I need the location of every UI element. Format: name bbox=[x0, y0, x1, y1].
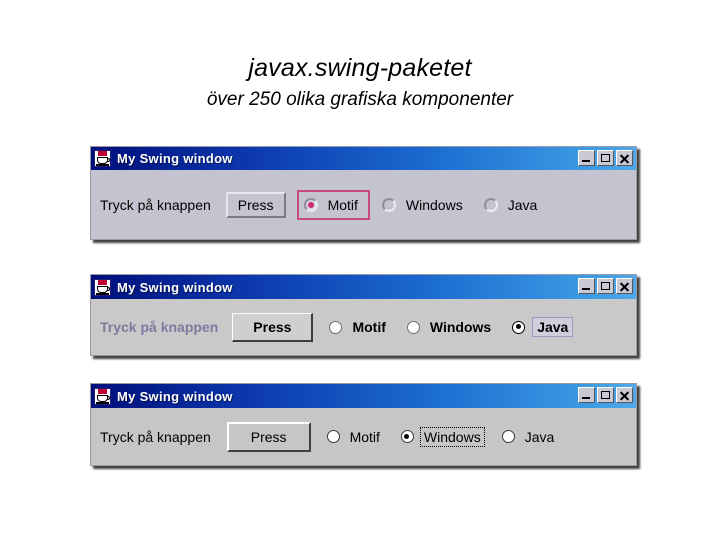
close-icon[interactable] bbox=[616, 278, 633, 294]
radio-option-windows[interactable]: Windows bbox=[381, 196, 466, 214]
titlebar[interactable]: My Swing window bbox=[91, 275, 636, 299]
content-panel: Tryck på knappen Press Motif Windows Jav… bbox=[91, 408, 636, 465]
minimize-icon[interactable] bbox=[578, 150, 595, 166]
swing-window-motif: My Swing window Tryck på knappen Press M… bbox=[90, 146, 637, 240]
radio-label: Windows bbox=[405, 196, 463, 213]
radio-indicator-icon bbox=[329, 320, 343, 334]
press-button[interactable]: Press bbox=[225, 191, 286, 218]
radio-option-motif[interactable]: Motif bbox=[329, 318, 388, 336]
radio-indicator-icon bbox=[501, 430, 515, 443]
radio-option-java[interactable]: Java bbox=[501, 428, 558, 446]
radio-option-java[interactable]: Java bbox=[512, 317, 574, 337]
titlebar[interactable]: My Swing window bbox=[91, 147, 636, 170]
radio-indicator-icon bbox=[381, 197, 396, 212]
press-button[interactable]: Press bbox=[232, 312, 314, 342]
press-button[interactable]: Press bbox=[226, 421, 311, 452]
look-and-feel-radio-group: Motif Windows Java bbox=[326, 426, 627, 447]
radio-label: Windows bbox=[419, 426, 485, 447]
close-icon[interactable] bbox=[616, 387, 633, 403]
swing-window-windows: My Swing window Tryck på knappen Press M… bbox=[90, 383, 637, 466]
window-title: My Swing window bbox=[117, 151, 233, 166]
radio-label: Java bbox=[524, 428, 555, 445]
content-panel: Tryck på knappen Press Motif Windows Jav… bbox=[91, 170, 636, 239]
radio-option-java[interactable]: Java bbox=[483, 196, 541, 214]
radio-label: Motif bbox=[349, 428, 380, 445]
titlebar[interactable]: My Swing window bbox=[91, 384, 636, 408]
radio-indicator-icon bbox=[303, 197, 318, 212]
radio-option-windows[interactable]: Windows bbox=[400, 426, 485, 447]
radio-label: Motif bbox=[352, 319, 386, 335]
window-title: My Swing window bbox=[117, 388, 233, 404]
radio-option-motif[interactable]: Motif bbox=[296, 189, 370, 220]
maximize-icon[interactable] bbox=[597, 278, 614, 294]
radio-indicator-icon bbox=[406, 320, 420, 334]
instruction-label: Tryck på knappen bbox=[100, 196, 211, 213]
page-subtitle: över 250 olika grafiska komponenter bbox=[206, 89, 514, 110]
radio-label: Java bbox=[507, 196, 538, 213]
radio-indicator-icon bbox=[483, 197, 498, 212]
minimize-icon[interactable] bbox=[578, 387, 595, 403]
page-title: javax.swing-paketet bbox=[248, 54, 472, 82]
look-and-feel-radio-group: Motif Windows Java bbox=[296, 189, 627, 220]
window-controls bbox=[578, 150, 633, 166]
java-coffee-cup-icon bbox=[94, 150, 111, 167]
maximize-icon[interactable] bbox=[597, 387, 614, 403]
radio-option-windows[interactable]: Windows bbox=[406, 318, 494, 336]
content-panel: Tryck på knappen Press Motif Windows Jav… bbox=[91, 299, 636, 355]
radio-label: Windows bbox=[429, 319, 492, 335]
slide-heading: javax.swing-paketet över 250 olika grafi… bbox=[0, 0, 720, 110]
window-controls bbox=[578, 387, 633, 403]
radio-label: Motif bbox=[327, 196, 358, 213]
swing-window-metal: My Swing window Tryck på knappen Press M… bbox=[90, 274, 637, 356]
maximize-icon[interactable] bbox=[597, 150, 614, 166]
look-and-feel-radio-group: Motif Windows Java bbox=[329, 317, 627, 337]
radio-label: Java bbox=[532, 317, 574, 337]
radio-indicator-icon bbox=[400, 430, 414, 443]
radio-indicator-icon bbox=[512, 320, 526, 334]
close-icon[interactable] bbox=[616, 150, 633, 166]
radio-option-motif[interactable]: Motif bbox=[326, 428, 383, 446]
window-controls bbox=[578, 278, 633, 294]
instruction-label: Tryck på knappen bbox=[100, 319, 219, 335]
java-coffee-cup-icon bbox=[94, 387, 111, 405]
radio-indicator-icon bbox=[326, 430, 340, 443]
java-coffee-cup-icon bbox=[94, 278, 111, 296]
instruction-label: Tryck på knappen bbox=[100, 428, 211, 445]
minimize-icon[interactable] bbox=[578, 278, 595, 294]
window-title: My Swing window bbox=[117, 279, 233, 295]
